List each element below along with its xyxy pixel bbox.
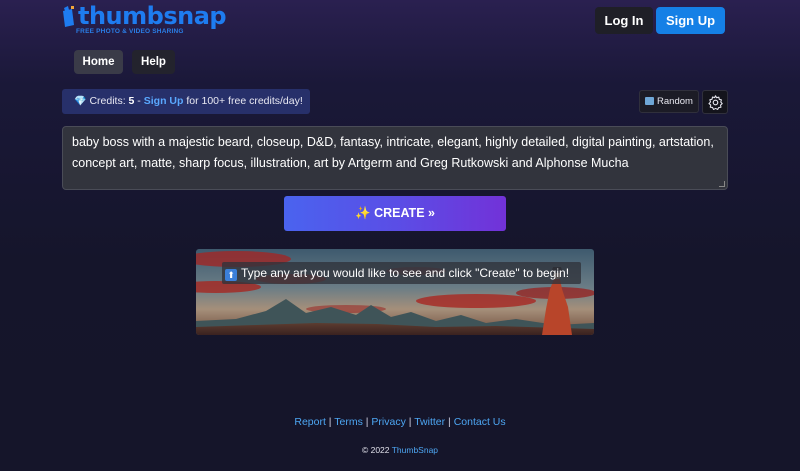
logo-mark-icon bbox=[63, 6, 74, 27]
create-button[interactable]: ✨ CREATE » bbox=[284, 196, 506, 231]
footer-separator: | bbox=[405, 416, 415, 428]
resize-grip-icon[interactable] bbox=[719, 181, 725, 187]
hero-caption: ⬆ Type any art you would like to see and … bbox=[222, 262, 581, 284]
prompt-textarea[interactable]: baby boss with a majestic beard, closeup… bbox=[62, 126, 728, 190]
header: thumbsnap FREE PHOTO & VIDEO SHARING Log… bbox=[0, 0, 800, 42]
credits-signup-link[interactable]: Sign Up bbox=[144, 95, 184, 107]
prompt-text: baby boss with a majestic beard, closeup… bbox=[72, 135, 714, 170]
footer-link-report[interactable]: Report bbox=[294, 416, 326, 428]
footer-link-terms[interactable]: Terms bbox=[334, 416, 363, 428]
login-button[interactable]: Log In bbox=[595, 7, 653, 34]
up-arrow-icon: ⬆ bbox=[225, 269, 237, 281]
nav-help-button[interactable]: Help bbox=[132, 50, 175, 74]
gem-icon: 💎 bbox=[74, 96, 87, 107]
hero-caption-text: Type any art you would like to see and c… bbox=[241, 266, 570, 280]
thumbsnap-logo[interactable]: thumbsnap FREE PHOTO & VIDEO SHARING bbox=[60, 3, 227, 35]
footer-brand-link[interactable]: ThumbSnap bbox=[392, 445, 438, 455]
footer-separator: | bbox=[445, 416, 454, 428]
credits-suffix: for 100+ free credits/day! bbox=[183, 95, 303, 107]
random-label: Random bbox=[657, 96, 693, 107]
logo-text: thumbsnap bbox=[78, 2, 227, 30]
settings-button[interactable] bbox=[702, 90, 728, 114]
footer-separator: | bbox=[325, 416, 335, 428]
footer-link-twitter[interactable]: Twitter bbox=[414, 416, 445, 428]
credits-prefix: Credits: bbox=[89, 95, 129, 107]
signup-button[interactable]: Sign Up bbox=[656, 7, 725, 34]
logo-tagline: FREE PHOTO & VIDEO SHARING bbox=[76, 28, 184, 35]
random-button[interactable]: Random bbox=[639, 90, 699, 113]
footer-link-contact[interactable]: Contact Us bbox=[454, 416, 506, 428]
credits-banner: 💎 Credits: 5 - Sign Up for 100+ free cred… bbox=[62, 89, 310, 114]
copyright-text: © 2022 bbox=[361, 445, 392, 455]
credits-separator: - bbox=[134, 95, 144, 107]
footer-links: Report | Terms | Privacy | Twitter | Con… bbox=[0, 416, 800, 428]
footer-link-privacy[interactable]: Privacy bbox=[371, 416, 405, 428]
nav-home-button[interactable]: Home bbox=[74, 50, 123, 74]
footer-copyright: © 2022 ThumbSnap bbox=[0, 445, 800, 455]
gear-icon bbox=[708, 95, 723, 110]
picture-icon bbox=[645, 97, 655, 105]
